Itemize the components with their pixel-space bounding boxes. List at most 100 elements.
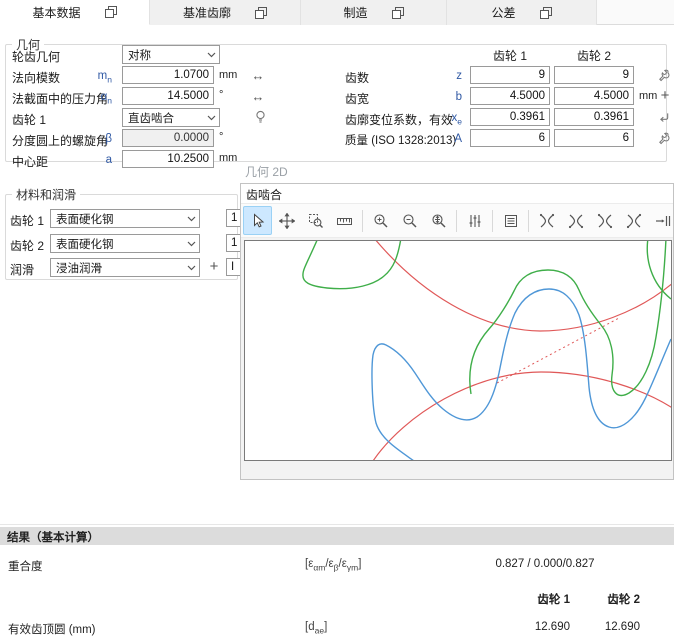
wrench-icon[interactable] [655,130,671,146]
results-gear1-column-header: 齿轮 1 [510,591,570,607]
results-header: 结果（基本计算） [0,527,674,545]
tip-diameter-gear1-value: 12.690 [510,621,570,633]
toolbar-separator [362,210,363,232]
restore-window-icon[interactable] [540,7,552,19]
zoom-window-icon[interactable] [301,206,330,235]
mesh-rotate-2-icon[interactable] [561,206,590,235]
gear2-pitch-circle [373,372,671,460]
contact-ratio-value: 0.827 / 0.000/0.827 [470,558,620,570]
restore-window-icon[interactable] [255,7,267,19]
face-width-gear2-input[interactable] [554,87,634,105]
quality-gear2-input[interactable] [554,129,634,147]
material-gear1-value: 表面硬化钢 [56,211,114,227]
pressure-angle-symbol: αn [88,91,112,105]
zoom-out-icon[interactable] [395,206,424,235]
chevron-down-icon [187,265,196,271]
tab-label: 公差 [491,4,515,21]
gear1-pitch-circle [374,241,671,331]
face-width-label: 齿宽 [345,90,369,107]
teeth-gear2-input[interactable] [554,66,634,84]
tooth-geometry-select[interactable]: 对称 [122,45,220,64]
profile-shift-gear2-input[interactable] [554,108,634,126]
center-distance-input[interactable] [122,150,214,168]
face-width-gear1-input[interactable] [470,87,550,105]
lubrication-select[interactable]: 浸油润滑 [50,258,200,277]
normal-module-unit: mm [219,69,237,81]
contact-ratio-formula: [εαm/εβ/εγm] [305,558,361,572]
tab-bar: 基本数据 基准齿廓 制造 公差 [0,0,674,25]
tab-basic-data[interactable]: 基本数据 [0,0,150,25]
wrench-icon[interactable] [655,67,671,83]
material-gear1-label: 齿轮 1 [10,212,44,229]
profile-shift-gear1-input[interactable] [470,108,550,126]
material-gear2-label: 齿轮 2 [10,237,44,254]
plus-icon[interactable]: + [657,88,673,104]
lubrication-value: 浸油润滑 [56,260,102,276]
pressure-angle-unit: ° [219,89,223,101]
lightbulb-icon[interactable] [252,109,268,125]
material-gear1-select[interactable]: 表面硬化钢 [50,209,200,228]
mesh-toolbar [241,204,673,238]
teeth-gear1-input[interactable] [470,66,550,84]
material-gear2-select[interactable]: 表面硬化钢 [50,234,200,253]
tip-diameter-formula: [dae] [305,621,327,635]
toolbar-separator [456,210,457,232]
tip-diameter-gear2-value: 12.690 [580,621,640,633]
limit-right-icon[interactable] [648,206,674,235]
toolbar-separator [528,210,529,232]
gear1-column-header: 齿轮 1 [470,47,550,64]
normal-module-input[interactable] [122,66,214,84]
tab-label: 基准齿廓 [183,4,231,21]
gear1-type-value: 直齿啮合 [128,110,174,126]
tab-reference-profile[interactable]: 基准齿廓 [150,0,301,25]
zoom-in-icon[interactable] [366,206,395,235]
chevron-down-icon [187,216,196,222]
return-arrow-icon[interactable] [655,109,671,125]
contact-ratio-label: 重合度 [8,558,43,574]
tooth-geometry-value: 对称 [128,47,151,63]
material-gear2-value: 表面硬化钢 [56,236,114,252]
chevron-down-icon [207,52,216,58]
mesh-rotate-1-icon[interactable] [532,206,561,235]
gear1-type-select[interactable]: 直齿啮合 [122,108,220,127]
report-icon[interactable] [496,206,525,235]
helix-angle-unit: ° [219,131,223,143]
zoom-fit-icon[interactable] [424,206,453,235]
helix-angle-input [122,129,214,147]
sliders-icon[interactable] [460,206,489,235]
pressure-angle-input[interactable] [122,87,214,105]
restore-window-icon[interactable] [392,7,404,19]
results-gear2-column-header: 齿轮 2 [580,591,640,607]
results-separator [0,524,674,525]
pan-icon[interactable] [272,206,301,235]
cursor-icon[interactable] [243,206,272,235]
mesh-rotate-3-icon[interactable] [590,206,619,235]
restore-window-icon[interactable] [105,6,117,18]
swap-arrow-icon[interactable]: ↔ [250,67,266,83]
mesh-rotate-4-icon[interactable] [619,206,648,235]
gear2-column-header: 齿轮 2 [554,47,634,64]
quality-gear1-input[interactable] [470,129,550,147]
line-of-action [497,318,619,383]
geometry-2d-pane-caption[interactable]: 几何 2D [245,163,288,180]
chevron-down-icon [207,115,216,121]
gear2-profile-curve [372,289,671,460]
tip-diameter-label: 有效齿顶圆 (mm) [8,621,96,637]
lubrication-label: 润滑 [10,261,34,278]
swap-arrow-icon[interactable]: ↔ [250,88,266,104]
teeth-symbol: z [438,70,462,82]
mesh-window: 齿啮合 [240,183,674,480]
mesh-canvas[interactable] [244,240,672,461]
face-width-unit: mm [639,90,657,102]
gear1-profile-curve [303,241,401,289]
ruler-icon[interactable] [330,206,359,235]
gear1-type-label: 齿轮 1 [12,111,46,128]
normal-module-symbol: mn [88,70,112,84]
tab-tolerances[interactable]: 公差 [447,0,597,25]
mesh-window-title[interactable]: 齿啮合 [241,184,673,204]
normal-module-label: 法向模数 [12,69,60,86]
plus-icon[interactable]: + [206,259,222,275]
tab-label: 制造 [343,4,367,21]
tab-manufacturing[interactable]: 制造 [301,0,447,25]
face-width-symbol: b [438,91,462,103]
